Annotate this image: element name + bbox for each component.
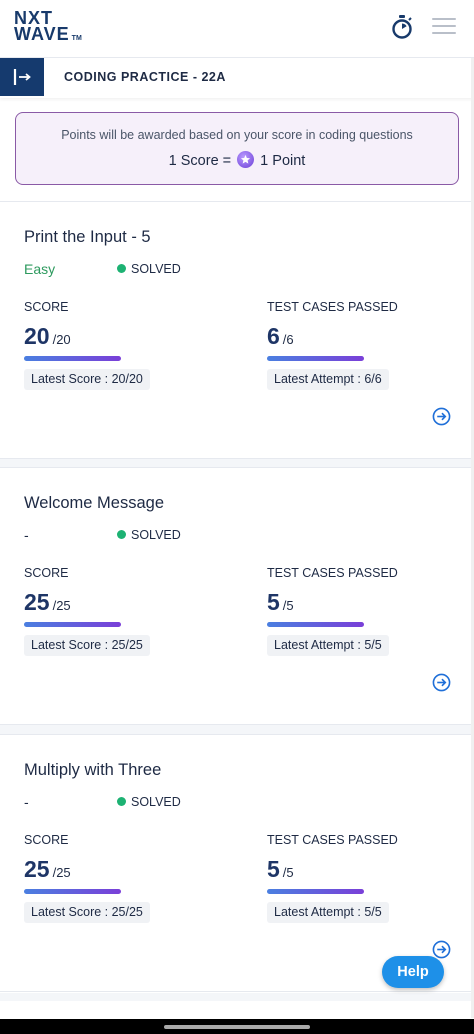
tests-total: /6 bbox=[282, 332, 294, 347]
status-badge: SOLVED bbox=[117, 262, 181, 276]
test-cases-value: 5/5 bbox=[267, 856, 294, 883]
test-cases-progress-bar bbox=[267, 889, 364, 894]
test-cases-value: 5/5 bbox=[267, 589, 294, 616]
arrow-right-circle-icon[interactable] bbox=[432, 407, 451, 426]
latest-attempt-chip: Latest Attempt : 5/5 bbox=[267, 902, 389, 923]
status-text: SOLVED bbox=[131, 528, 181, 542]
stopwatch-icon[interactable] bbox=[390, 14, 414, 40]
difficulty-label: - bbox=[24, 794, 29, 810]
score-value: 20/20 bbox=[24, 323, 71, 350]
help-button[interactable]: Help bbox=[382, 956, 444, 988]
score-label: SCORE bbox=[24, 300, 69, 314]
system-nav-bar bbox=[0, 1019, 474, 1034]
sidebar-toggle-icon bbox=[13, 69, 31, 85]
difficulty-label: Easy bbox=[24, 261, 56, 277]
question-title: Welcome Message bbox=[24, 494, 165, 512]
question-card[interactable]: Multiply with Three - SOLVED SCORE TEST … bbox=[0, 734, 474, 992]
card-divider bbox=[0, 993, 474, 1001]
score-number: 20 bbox=[24, 323, 50, 349]
points-notice: Points will be awarded based on your sco… bbox=[15, 112, 459, 185]
difficulty-label: - bbox=[24, 527, 29, 543]
latest-attempt-chip: Latest Attempt : 6/6 bbox=[267, 369, 389, 390]
notice-text: Points will be awarded based on your sco… bbox=[61, 128, 413, 142]
score-value: 25/25 bbox=[24, 589, 71, 616]
question-title: Print the Input - 5 bbox=[24, 228, 151, 246]
equation-left: 1 Score = bbox=[168, 153, 236, 169]
latest-score-chip: Latest Score : 20/20 bbox=[24, 369, 150, 390]
tests-total: /5 bbox=[282, 865, 294, 880]
star-coin-icon bbox=[237, 151, 255, 168]
test-cases-value: 6/6 bbox=[267, 323, 294, 350]
score-progress-bar bbox=[24, 889, 121, 894]
solved-dot-icon bbox=[117, 264, 126, 273]
question-title: Multiply with Three bbox=[24, 761, 162, 779]
logo-tm: TM bbox=[71, 35, 82, 42]
test-cases-progress-bar bbox=[267, 356, 364, 361]
logo-line-2: WAVE TM bbox=[14, 24, 82, 47]
score-progress-bar bbox=[24, 622, 121, 627]
score-label: SCORE bbox=[24, 833, 69, 847]
tests-total: /5 bbox=[282, 598, 294, 613]
equation-right: 1 Point bbox=[256, 153, 306, 169]
solved-dot-icon bbox=[117, 530, 126, 539]
section-header: CODING PRACTICE - 22A bbox=[0, 58, 474, 98]
question-card[interactable]: Welcome Message - SOLVED SCORE TEST CASE… bbox=[0, 467, 474, 725]
status-badge: SOLVED bbox=[117, 795, 181, 809]
score-number: 25 bbox=[24, 856, 50, 882]
score-number: 25 bbox=[24, 589, 50, 615]
score-value: 25/25 bbox=[24, 856, 71, 883]
menu-icon[interactable] bbox=[432, 18, 456, 36]
question-card[interactable]: Print the Input - 5 Easy SOLVED SCORE TE… bbox=[0, 201, 474, 459]
tests-number: 6 bbox=[267, 323, 280, 349]
arrow-right-circle-icon[interactable] bbox=[432, 940, 451, 959]
test-cases-label: TEST CASES PASSED bbox=[267, 833, 398, 847]
solved-dot-icon bbox=[117, 797, 126, 806]
score-label: SCORE bbox=[24, 566, 69, 580]
top-bar: NXT WAVE TM bbox=[0, 0, 474, 58]
latest-score-chip: Latest Score : 25/25 bbox=[24, 635, 150, 656]
latest-score-chip: Latest Score : 25/25 bbox=[24, 902, 150, 923]
tests-number: 5 bbox=[267, 856, 280, 882]
status-text: SOLVED bbox=[131, 795, 181, 809]
tests-number: 5 bbox=[267, 589, 280, 615]
score-total: /20 bbox=[52, 332, 71, 347]
score-progress-bar bbox=[24, 356, 121, 361]
latest-attempt-chip: Latest Attempt : 5/5 bbox=[267, 635, 389, 656]
arrow-right-circle-icon[interactable] bbox=[432, 673, 451, 692]
status-text: SOLVED bbox=[131, 262, 181, 276]
status-badge: SOLVED bbox=[117, 528, 181, 542]
home-indicator[interactable] bbox=[164, 1025, 310, 1029]
page-title: CODING PRACTICE - 22A bbox=[64, 70, 226, 84]
test-cases-progress-bar bbox=[267, 622, 364, 627]
score-total: /25 bbox=[52, 865, 71, 880]
sidebar-toggle-button[interactable] bbox=[0, 58, 44, 96]
score-total: /25 bbox=[52, 598, 71, 613]
logo-wave-text: WAVE bbox=[14, 24, 70, 44]
test-cases-label: TEST CASES PASSED bbox=[267, 566, 398, 580]
test-cases-label: TEST CASES PASSED bbox=[267, 300, 398, 314]
score-point-equation: 1 Score = 1 Point bbox=[16, 151, 458, 169]
nxtwave-logo[interactable]: NXT WAVE TM bbox=[14, 9, 82, 47]
